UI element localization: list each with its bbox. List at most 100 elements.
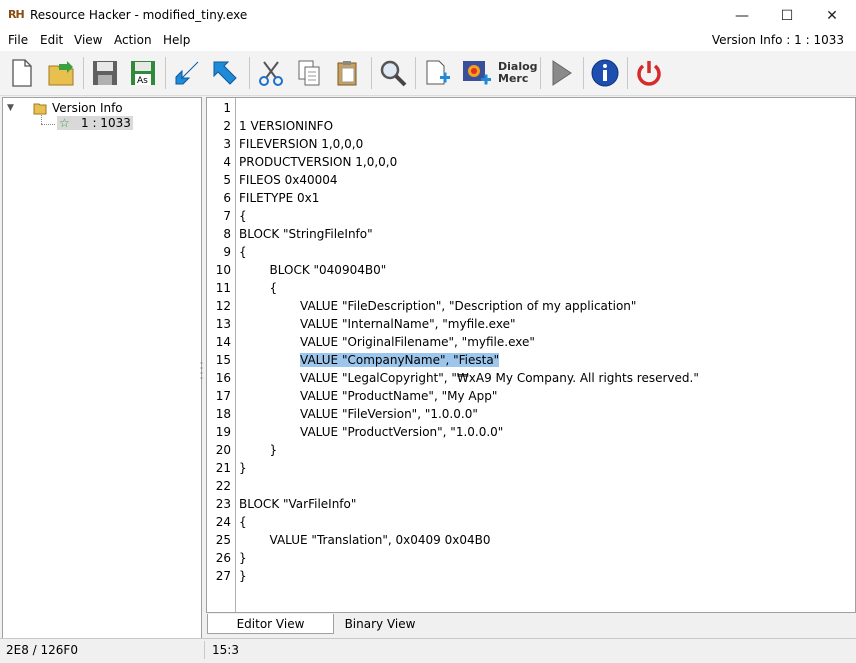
code-line: PRODUCTVERSION 1,0,0,0 bbox=[239, 155, 398, 169]
tree-node-version-info[interactable]: ▼ Version Info bbox=[7, 101, 123, 115]
code-line: VALUE "FileVersion", "1.0.0.0" bbox=[239, 407, 478, 421]
tree-node-1-1033[interactable]: ☆ 1 : 1033 bbox=[57, 116, 133, 130]
view-tabs: Editor View Binary View bbox=[206, 611, 854, 637]
line-number: 9 bbox=[223, 245, 231, 259]
code-line: FILETYPE 0x1 bbox=[239, 191, 320, 205]
status-offset: 2E8 / 126F0 bbox=[6, 643, 78, 657]
tab-label: Editor View bbox=[236, 616, 305, 631]
code-line: { bbox=[239, 515, 247, 529]
menu-bar: File Edit View Action Help Version Info … bbox=[0, 31, 856, 51]
line-number: 24 bbox=[215, 515, 231, 529]
script-editor[interactable]: 1 2 3 4 5 6 7 8 9 10 11 12 13 14 15 16 17 18 19 20 21 22 23 24 2… bbox=[206, 97, 856, 613]
app-logo: RH bbox=[8, 8, 25, 21]
compile-run-icon[interactable] bbox=[544, 56, 578, 90]
star-icon: ☆ bbox=[59, 116, 70, 130]
toolbar: As Dialog Merc bbox=[0, 51, 856, 96]
folder-icon bbox=[33, 101, 47, 115]
line-number: 6 bbox=[223, 191, 231, 205]
exit-icon[interactable] bbox=[632, 56, 666, 90]
close-button[interactable]: ✕ bbox=[809, 0, 855, 31]
menu-edit[interactable]: Edit bbox=[40, 33, 63, 47]
code-line: VALUE "LegalCopyright", "₩xA9 My Company… bbox=[239, 371, 699, 385]
code-line: { bbox=[239, 209, 247, 223]
line-number: 12 bbox=[215, 299, 231, 313]
line-number: 23 bbox=[215, 497, 231, 511]
line-number: 14 bbox=[215, 335, 231, 349]
selected-text: VALUE "CompanyName", "Fiesta" bbox=[300, 353, 500, 367]
save-as-icon[interactable]: As bbox=[126, 56, 160, 90]
resource-location-label: Version Info : 1 : 1033 bbox=[711, 33, 844, 47]
line-number: 7 bbox=[223, 209, 231, 223]
window-title: Resource Hacker - modified_tiny.exe bbox=[30, 8, 248, 22]
about-icon[interactable] bbox=[588, 56, 622, 90]
menu-help[interactable]: Help bbox=[163, 33, 190, 47]
line-number: 8 bbox=[223, 227, 231, 241]
menu-action[interactable]: Action bbox=[114, 33, 152, 47]
maximize-button[interactable]: ☐ bbox=[764, 0, 810, 31]
minimize-button[interactable]: — bbox=[719, 0, 765, 31]
chevron-down-icon[interactable]: ▼ bbox=[7, 103, 19, 113]
save-icon[interactable] bbox=[88, 56, 122, 90]
code-line: 1 VERSIONINFO bbox=[239, 119, 334, 133]
svg-text:As: As bbox=[137, 76, 148, 86]
copy-icon[interactable] bbox=[292, 56, 326, 90]
line-number-gutter: 1 2 3 4 5 6 7 8 9 10 11 12 13 14 15 16 17 18 19 20 21 22 23 24 2… bbox=[207, 98, 236, 612]
code-line: { bbox=[239, 245, 247, 259]
line-number: 11 bbox=[215, 281, 231, 295]
line-number: 17 bbox=[215, 389, 231, 403]
line-number: 25 bbox=[215, 533, 231, 547]
code-line: } bbox=[239, 443, 278, 457]
open-file-icon[interactable] bbox=[44, 56, 78, 90]
line-number: 2 bbox=[223, 119, 231, 133]
dialog-menu-icon[interactable]: Dialog Merc bbox=[498, 56, 538, 90]
line-number: 16 bbox=[215, 371, 231, 385]
line-number: 22 bbox=[215, 479, 231, 493]
line-number: 5 bbox=[223, 173, 231, 187]
menu-file[interactable]: File bbox=[8, 33, 28, 47]
title-bar: RH Resource Hacker - modified_tiny.exe —… bbox=[0, 0, 856, 31]
code-line: } bbox=[239, 551, 247, 565]
resource-tree[interactable]: ▼ Version Info ☆ 1 : 1033 bbox=[2, 97, 202, 639]
code-line: FILEVERSION 1,0,0,0 bbox=[239, 137, 364, 151]
code-line: VALUE "Translation", 0x0409 0x04B0 bbox=[239, 533, 491, 547]
tab-binary-view[interactable]: Binary View bbox=[334, 614, 426, 633]
find-icon[interactable] bbox=[376, 56, 410, 90]
add-resource-icon[interactable] bbox=[420, 56, 454, 90]
line-number: 3 bbox=[223, 137, 231, 151]
code-line: } bbox=[239, 461, 247, 475]
cut-icon[interactable] bbox=[254, 56, 288, 90]
line-number: 15 bbox=[215, 353, 231, 367]
line-number: 4 bbox=[223, 155, 231, 169]
menu-view[interactable]: View bbox=[74, 33, 102, 47]
code-line: VALUE "ProductVersion", "1.0.0.0" bbox=[239, 425, 504, 439]
line-number: 26 bbox=[215, 551, 231, 565]
line-number: 1 bbox=[223, 101, 231, 115]
code-line: VALUE "CompanyName", "Fiesta" bbox=[239, 353, 500, 367]
code-line: VALUE "ProductName", "My App" bbox=[239, 389, 498, 403]
line-number: 19 bbox=[215, 425, 231, 439]
line-number: 13 bbox=[215, 317, 231, 331]
status-cursor-position: 15:3 bbox=[212, 643, 239, 657]
import-icon[interactable] bbox=[170, 56, 204, 90]
tab-editor-view[interactable]: Editor View bbox=[207, 614, 334, 634]
line-number: 10 bbox=[215, 263, 231, 277]
line-number: 27 bbox=[215, 569, 231, 583]
code-line: BLOCK "VarFileInfo" bbox=[239, 497, 357, 511]
line-number: 18 bbox=[215, 407, 231, 421]
line-number: 20 bbox=[215, 443, 231, 457]
tree-node-label: Version Info bbox=[52, 101, 123, 115]
tab-label: Binary View bbox=[344, 616, 416, 631]
tree-node-label: 1 : 1033 bbox=[81, 116, 131, 130]
add-image-icon[interactable] bbox=[460, 56, 494, 90]
pane-splitter[interactable] bbox=[200, 360, 203, 380]
code-line: { bbox=[239, 281, 278, 295]
code-line: VALUE "FileDescription", "Description of… bbox=[239, 299, 637, 313]
code-line: BLOCK "040904B0" bbox=[239, 263, 387, 277]
paste-icon[interactable] bbox=[330, 56, 364, 90]
line-number: 21 bbox=[215, 461, 231, 475]
new-file-icon[interactable] bbox=[5, 56, 39, 90]
export-icon[interactable] bbox=[208, 56, 242, 90]
code-line: } bbox=[239, 569, 247, 583]
code-line: VALUE "OriginalFilename", "myfile.exe" bbox=[239, 335, 535, 349]
dialog-menu-label-2: Merc bbox=[498, 72, 529, 85]
